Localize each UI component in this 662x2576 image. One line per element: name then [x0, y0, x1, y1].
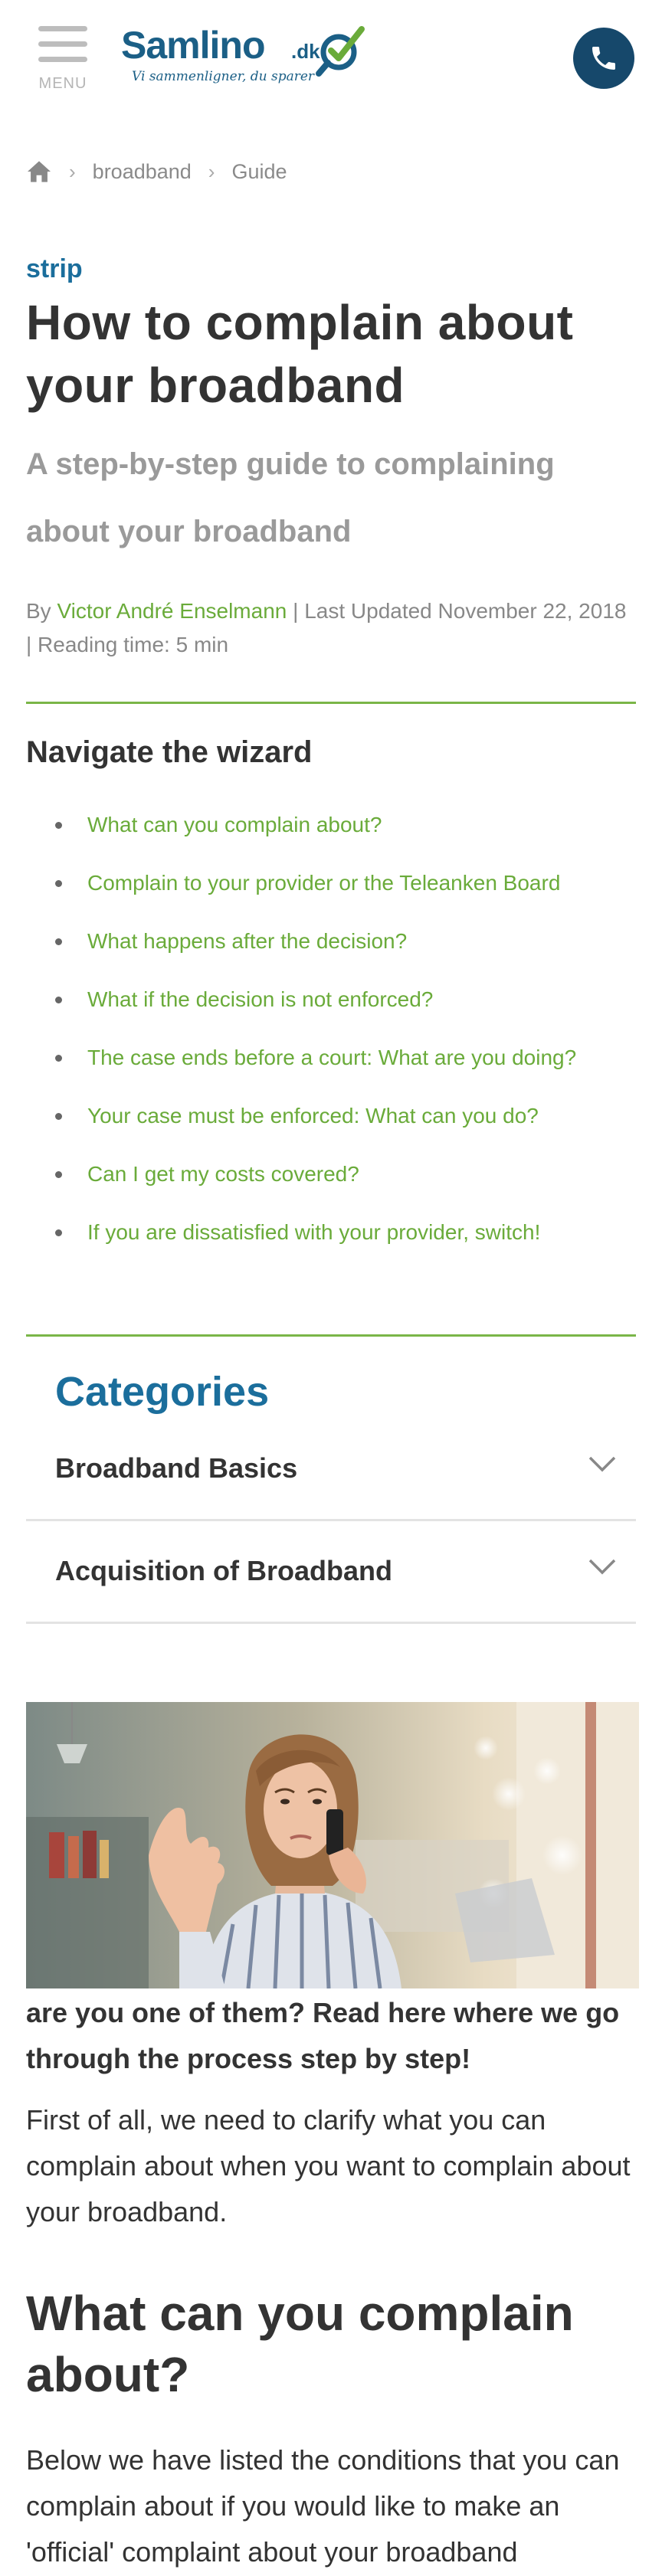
- chevron-right-icon: ›: [208, 159, 215, 183]
- page-title: How to complain about your broadband: [26, 295, 574, 413]
- wizard-link[interactable]: Complain to your provider or the Teleank…: [26, 864, 639, 902]
- site-logo[interactable]: Samlino .dk Vi sammenligner, du sparer: [121, 23, 382, 92]
- phone-icon: [592, 47, 615, 70]
- article-paragraph: First of all, we need to clarify what yo…: [26, 2104, 631, 2227]
- page-subtitle: A step-by-step guide to complaining abou…: [26, 447, 555, 548]
- breadcrumb-item-guide[interactable]: Guide: [231, 160, 287, 184]
- wizard-link[interactable]: Can I get my costs covered?: [26, 1155, 639, 1193]
- wizard-link[interactable]: If you are dissatisfied with your provid…: [26, 1213, 639, 1252]
- hamburger-icon-bar: [38, 41, 87, 47]
- breadcrumb: › broadband › Guide: [26, 156, 287, 187]
- wizard-link[interactable]: What can you complain about?: [26, 806, 639, 844]
- category-accordion-broadband-basics[interactable]: Broadband Basics: [26, 1419, 636, 1521]
- site-header: MENU Samlino .dk Vi sammenligner, du spa…: [0, 0, 662, 115]
- menu-label: MENU: [38, 75, 87, 92]
- wizard-link[interactable]: What happens after the decision?: [26, 922, 639, 961]
- author-link[interactable]: Victor André Enselmann: [57, 599, 287, 623]
- category-label: Acquisition of Broadband: [55, 1555, 392, 1586]
- logo-wordmark: Samlino: [121, 24, 265, 67]
- woman-on-phone-illustration: [26, 1702, 639, 1988]
- wizard-link[interactable]: Your case must be enforced: What can you…: [26, 1097, 639, 1135]
- divider: [26, 1334, 636, 1337]
- chevron-right-icon: ›: [69, 159, 76, 183]
- article-lead: are you one of them? Read here where we …: [26, 1997, 620, 2074]
- categories-title: Categories: [55, 1369, 270, 1415]
- section-heading: What can you complain about?: [26, 2286, 574, 2402]
- chevron-down-icon: [588, 1559, 616, 1575]
- category-accordion-acquisition[interactable]: Acquisition of Broadband: [26, 1521, 636, 1624]
- category-label: Broadband Basics: [55, 1452, 298, 1484]
- logo-tagline: Vi sammenligner, du sparer: [132, 69, 315, 84]
- article-paragraph: Below we have listed the conditions that…: [26, 2444, 620, 2568]
- divider: [26, 702, 636, 704]
- wizard-nav: What can you complain about? Complain to…: [26, 806, 639, 1252]
- hamburger-icon-bar: [38, 57, 87, 62]
- breadcrumb-item-broadband[interactable]: broadband: [93, 160, 192, 184]
- menu-button[interactable]: MENU: [37, 26, 89, 97]
- wizard-link[interactable]: What if the decision is not enforced?: [26, 980, 639, 1019]
- article-category-label[interactable]: strip: [26, 254, 83, 284]
- article-byline: By Victor André Enselmann | Last Updated…: [26, 594, 631, 662]
- article-hero-image: [26, 1702, 639, 1988]
- hamburger-icon: [38, 26, 87, 31]
- magnifier-check-icon: [316, 26, 365, 77]
- chevron-down-icon: [588, 1456, 616, 1472]
- home-icon[interactable]: [26, 160, 52, 183]
- call-button[interactable]: [573, 28, 634, 89]
- byline-prefix: By: [26, 599, 57, 623]
- wizard-link[interactable]: The case ends before a court: What are y…: [26, 1039, 639, 1077]
- wizard-title: Navigate the wizard: [26, 735, 313, 769]
